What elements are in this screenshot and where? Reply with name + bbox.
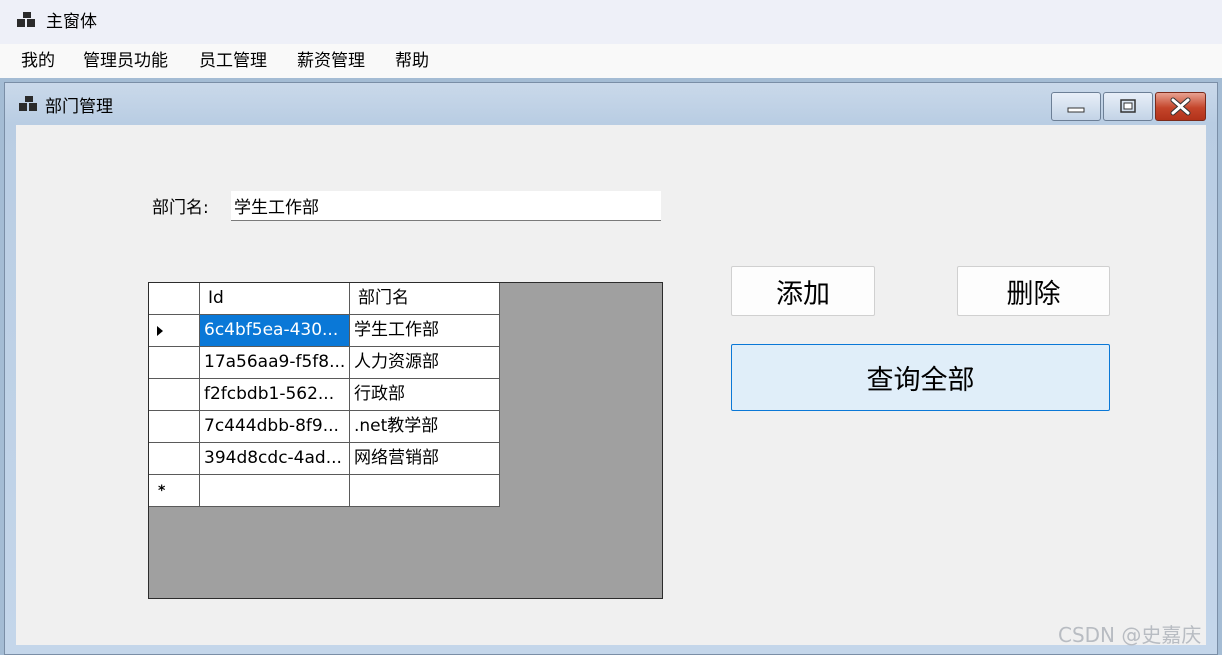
grid-cell-dept-name[interactable]: 网络营销部	[350, 443, 500, 475]
close-icon	[1170, 97, 1191, 116]
row-header[interactable]	[149, 411, 200, 443]
maximize-icon	[1120, 99, 1136, 113]
row-header-new[interactable]: *	[149, 475, 200, 507]
menu-item-mine[interactable]: 我的	[21, 50, 55, 72]
app-window-icon	[17, 12, 35, 27]
menu-item-employee[interactable]: 员工管理	[199, 50, 267, 72]
delete-button[interactable]: 删除	[957, 266, 1110, 316]
current-row-arrow-icon	[157, 326, 163, 336]
row-header-current[interactable]	[149, 315, 200, 347]
menu-item-admin[interactable]: 管理员功能	[83, 50, 168, 72]
column-header-dept-name[interactable]: 部门名	[350, 283, 500, 315]
main-titlebar	[0, 0, 1222, 44]
grid-cell-new-dept-name[interactable]	[350, 475, 500, 507]
menu-bar	[0, 44, 1222, 78]
menu-item-help[interactable]: 帮助	[395, 50, 429, 72]
add-button[interactable]: 添加	[731, 266, 875, 316]
form-icon	[19, 96, 37, 111]
close-button[interactable]	[1155, 92, 1206, 121]
query-all-button[interactable]: 查询全部	[731, 344, 1110, 411]
grid-cell-dept-name[interactable]: 人力资源部	[350, 347, 500, 379]
child-window-title: 部门管理	[45, 97, 113, 117]
maximize-button[interactable]	[1103, 92, 1153, 121]
row-header[interactable]	[149, 379, 200, 411]
grid-cell-id[interactable]: 17a56aa9-f5f8...	[200, 347, 350, 379]
dept-data-grid[interactable]: Id 部门名 6c4bf5ea-430... 学生工作部 17a56aa9-f5…	[148, 282, 663, 599]
grid-cell-id[interactable]: 394d8cdc-4ad...	[200, 443, 350, 475]
grid-corner-header[interactable]	[149, 283, 200, 315]
row-header[interactable]	[149, 347, 200, 379]
dept-name-input[interactable]	[231, 191, 661, 221]
grid-cell-dept-name[interactable]: 行政部	[350, 379, 500, 411]
main-window-title: 主窗体	[46, 12, 97, 32]
minimize-icon	[1067, 107, 1085, 113]
grid-cell-id[interactable]: 7c444dbb-8f9...	[200, 411, 350, 443]
watermark: CSDN @史嘉庆	[1058, 623, 1202, 647]
child-window-titlebar[interactable]	[4, 82, 1218, 124]
menu-item-salary[interactable]: 薪资管理	[297, 50, 365, 72]
grid-cell-dept-name[interactable]: .net教学部	[350, 411, 500, 443]
grid-cell-id[interactable]: 6c4bf5ea-430...	[200, 315, 350, 347]
grid-cell-dept-name[interactable]: 学生工作部	[350, 315, 500, 347]
row-header[interactable]	[149, 443, 200, 475]
grid-cell-new-id[interactable]	[200, 475, 350, 507]
new-row-marker-icon: *	[158, 483, 166, 499]
dept-name-label: 部门名:	[152, 198, 209, 218]
column-header-id[interactable]: Id	[200, 283, 350, 315]
grid-cell-id[interactable]: f2fcbdb1-562...	[200, 379, 350, 411]
minimize-button[interactable]	[1051, 92, 1101, 121]
